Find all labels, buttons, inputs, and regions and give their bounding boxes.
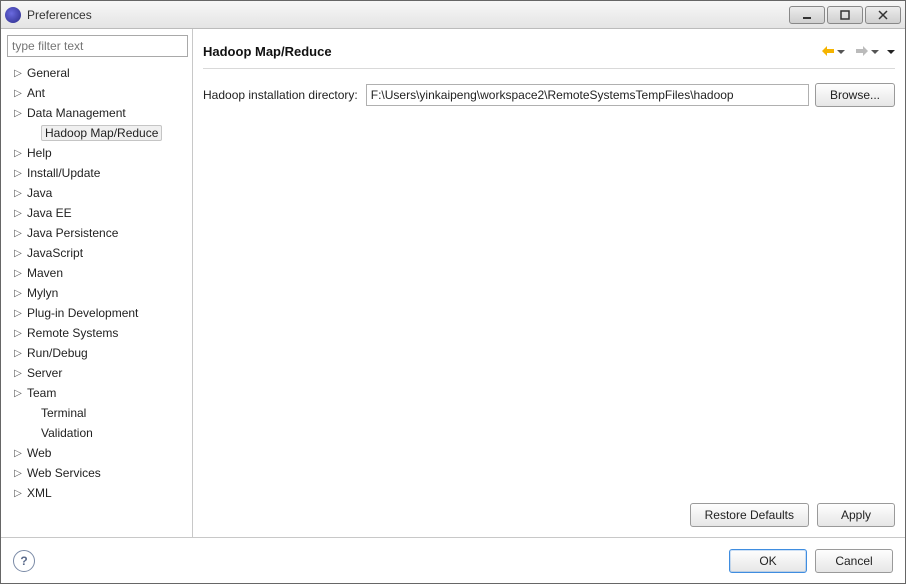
tree-item-label: Validation	[41, 426, 93, 440]
tree-item[interactable]: ▷ Team	[7, 383, 188, 403]
arrow-left-icon	[821, 45, 835, 57]
nav-forward-dropdown[interactable]	[871, 50, 879, 54]
minimize-icon	[802, 10, 812, 20]
close-button[interactable]	[865, 6, 901, 24]
expand-icon[interactable]: ▷	[13, 388, 23, 399]
tree-item[interactable]: ▷ General	[7, 63, 188, 83]
tree-item[interactable]: ▷ Help	[7, 143, 188, 163]
ok-button[interactable]: OK	[729, 549, 807, 573]
browse-button[interactable]: Browse...	[815, 83, 895, 107]
tree-item[interactable]: ▷ Web Services	[7, 463, 188, 483]
cancel-button[interactable]: Cancel	[815, 549, 893, 573]
tree-item-label: XML	[27, 486, 52, 500]
tree-item-label: Ant	[27, 86, 45, 100]
tree-item[interactable]: ▷ Run/Debug	[7, 343, 188, 363]
tree-item[interactable]: ▷ Remote Systems	[7, 323, 188, 343]
expand-icon[interactable]: ▷	[13, 248, 23, 259]
expand-icon[interactable]: ▷	[13, 488, 23, 499]
install-dir-row: Hadoop installation directory: Browse...	[203, 83, 895, 107]
tree-item[interactable]: ▷ XML	[7, 483, 188, 503]
apply-button[interactable]: Apply	[817, 503, 895, 527]
tree-item-label: Remote Systems	[27, 326, 118, 340]
expand-icon[interactable]: ▷	[13, 208, 23, 219]
expand-icon[interactable]: ▷	[13, 88, 23, 99]
expand-icon[interactable]: ▷	[13, 148, 23, 159]
expand-icon[interactable]: ▷	[13, 448, 23, 459]
restore-defaults-button[interactable]: Restore Defaults	[690, 503, 809, 527]
tree-item-label: Help	[27, 146, 52, 160]
tree-item-label: Terminal	[41, 406, 86, 420]
expand-icon[interactable]: ▷	[13, 228, 23, 239]
expand-icon[interactable]: ▷	[13, 348, 23, 359]
tree-item-label: Plug-in Development	[27, 306, 138, 320]
view-menu-button[interactable]	[887, 50, 895, 54]
tree-item-label: Hadoop Map/Reduce	[41, 125, 162, 141]
tree-item[interactable]: ▷ Mylyn	[7, 283, 188, 303]
tree-item-label: Maven	[27, 266, 63, 280]
titlebar: Preferences	[1, 1, 905, 29]
tree-item-label: Data Management	[27, 106, 126, 120]
tree-item[interactable]: Validation	[7, 423, 188, 443]
expand-icon[interactable]: ▷	[13, 68, 23, 79]
minimize-button[interactable]	[789, 6, 825, 24]
tree-item[interactable]: Terminal	[7, 403, 188, 423]
tree-item-label: Server	[27, 366, 62, 380]
arrow-right-icon	[855, 45, 869, 57]
tree-item[interactable]: ▷ Java	[7, 183, 188, 203]
nav-back-dropdown[interactable]	[837, 50, 845, 54]
tree-item-label: Java EE	[27, 206, 72, 220]
install-dir-label: Hadoop installation directory:	[203, 88, 358, 102]
preferences-window: Preferences ▷ General ▷ Ant ▷ Data Management…	[0, 0, 906, 584]
tree-item[interactable]: ▷ Plug-in Development	[7, 303, 188, 323]
expand-icon[interactable]: ▷	[13, 308, 23, 319]
help-button[interactable]: ?	[13, 550, 35, 572]
tree-item-label: Java Persistence	[27, 226, 118, 240]
tree-item[interactable]: ▷ JavaScript	[7, 243, 188, 263]
expand-icon[interactable]: ▷	[13, 188, 23, 199]
left-pane: ▷ General ▷ Ant ▷ Data Management Hadoop Map/R…	[1, 29, 193, 537]
tree-item-label: Java	[27, 186, 52, 200]
expand-icon[interactable]: ▷	[13, 168, 23, 179]
apply-row: Restore Defaults Apply	[203, 495, 895, 537]
tree-item-label: Web Services	[27, 466, 101, 480]
tree-item[interactable]: ▷ Maven	[7, 263, 188, 283]
expand-icon[interactable]: ▷	[13, 288, 23, 299]
page-header: Hadoop Map/Reduce	[203, 35, 895, 69]
expand-icon[interactable]: ▷	[13, 108, 23, 119]
tree-item[interactable]: ▷ Java Persistence	[7, 223, 188, 243]
tree-item[interactable]: ▷ Install/Update	[7, 163, 188, 183]
window-title: Preferences	[27, 8, 787, 22]
tree-item-label: Mylyn	[27, 286, 58, 300]
tree-item-label: Web	[27, 446, 51, 460]
tree-item[interactable]: ▷ Web	[7, 443, 188, 463]
tree-item[interactable]: ▷ Ant	[7, 83, 188, 103]
install-dir-input[interactable]	[366, 84, 809, 106]
nav-forward-button[interactable]	[855, 45, 869, 59]
close-icon	[878, 10, 888, 20]
page-title: Hadoop Map/Reduce	[203, 44, 817, 59]
tree-item-label: General	[27, 66, 70, 80]
eclipse-icon	[5, 7, 21, 23]
preferences-tree[interactable]: ▷ General ▷ Ant ▷ Data Management Hadoop Map/R…	[7, 63, 188, 503]
tree-item[interactable]: ▷ Java EE	[7, 203, 188, 223]
tree-item-label: JavaScript	[27, 246, 83, 260]
expand-icon[interactable]: ▷	[13, 268, 23, 279]
expand-icon[interactable]: ▷	[13, 368, 23, 379]
tree-item-label: Team	[27, 386, 56, 400]
right-pane: Hadoop Map/Reduce Hadoop installation di…	[193, 29, 905, 537]
tree-item-label: Run/Debug	[27, 346, 88, 360]
bottom-bar: ? OK Cancel	[1, 537, 905, 583]
tree-item[interactable]: ▷ Data Management	[7, 103, 188, 123]
tree-item[interactable]: Hadoop Map/Reduce	[7, 123, 188, 143]
tree-item[interactable]: ▷ Server	[7, 363, 188, 383]
filter-input[interactable]	[7, 35, 188, 57]
maximize-icon	[840, 10, 850, 20]
expand-icon[interactable]: ▷	[13, 468, 23, 479]
content: ▷ General ▷ Ant ▷ Data Management Hadoop Map/R…	[1, 29, 905, 537]
tree-item-label: Install/Update	[27, 166, 100, 180]
expand-icon[interactable]: ▷	[13, 328, 23, 339]
maximize-button[interactable]	[827, 6, 863, 24]
help-icon: ?	[20, 554, 27, 568]
nav-back-button[interactable]	[821, 45, 835, 59]
